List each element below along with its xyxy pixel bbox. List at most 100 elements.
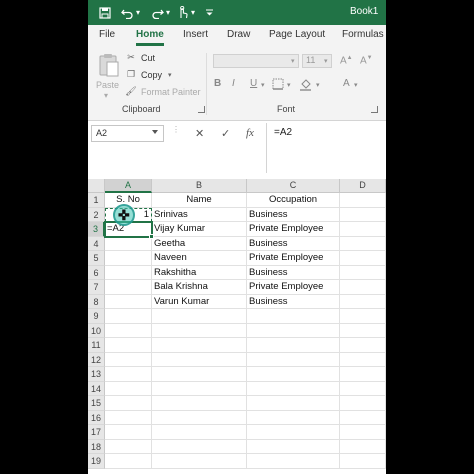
row-header-17[interactable]: 17 xyxy=(88,425,105,440)
cell-a9[interactable] xyxy=(105,309,152,324)
cell-a11[interactable] xyxy=(105,338,152,353)
cell-d12[interactable] xyxy=(340,352,386,367)
row-header-5[interactable]: 5 xyxy=(88,251,105,266)
italic-button[interactable]: I xyxy=(232,78,235,89)
fill-color-dropdown-icon[interactable]: ▾ xyxy=(316,81,320,89)
font-launcher-icon[interactable] xyxy=(371,106,378,113)
tab-insert[interactable]: Insert xyxy=(183,29,208,40)
row-header-19[interactable]: 19 xyxy=(88,454,105,469)
cell-a12[interactable] xyxy=(105,352,152,367)
cell-b14[interactable] xyxy=(152,381,247,396)
cell-b11[interactable] xyxy=(152,338,247,353)
cell-a19[interactable] xyxy=(105,454,152,469)
cell-b18[interactable] xyxy=(152,439,247,454)
column-header-b[interactable]: B xyxy=(152,179,247,193)
cell-c10[interactable] xyxy=(247,323,340,338)
cell-c15[interactable] xyxy=(247,396,340,411)
cell-c8[interactable]: Business xyxy=(247,294,340,309)
font-name-select[interactable] xyxy=(213,54,299,68)
cell-d4[interactable] xyxy=(340,236,386,251)
cell-a18[interactable] xyxy=(105,439,152,454)
cell-b9[interactable] xyxy=(152,309,247,324)
cell-b16[interactable] xyxy=(152,410,247,425)
cell-b1[interactable]: Name xyxy=(152,193,247,208)
cell-c17[interactable] xyxy=(247,425,340,440)
row-header-9[interactable]: 9 xyxy=(88,309,105,324)
cell-a14[interactable] xyxy=(105,381,152,396)
cell-b6[interactable]: Rakshitha xyxy=(152,265,247,280)
select-all-corner[interactable] xyxy=(88,179,105,193)
cell-b10[interactable] xyxy=(152,323,247,338)
row-header-3[interactable]: 3 xyxy=(88,222,105,237)
font-size-dropdown-icon[interactable]: ▾ xyxy=(324,57,328,65)
paste-dropdown-icon[interactable]: ▾ xyxy=(104,91,108,100)
cell-b17[interactable] xyxy=(152,425,247,440)
cell-d16[interactable] xyxy=(340,410,386,425)
cell-a16[interactable] xyxy=(105,410,152,425)
redo-dropdown-icon[interactable]: ▾ xyxy=(164,4,172,21)
format-painter-button[interactable]: 🖌 Format Painter xyxy=(124,86,200,97)
cell-d10[interactable] xyxy=(340,323,386,338)
cell-d7[interactable] xyxy=(340,280,386,295)
save-icon[interactable] xyxy=(98,4,112,21)
cell-d14[interactable] xyxy=(340,381,386,396)
cell-c6[interactable]: Business xyxy=(247,265,340,280)
font-name-dropdown-icon[interactable]: ▾ xyxy=(291,57,295,65)
row-header-15[interactable]: 15 xyxy=(88,396,105,411)
cell-d9[interactable] xyxy=(340,309,386,324)
row-header-1[interactable]: 1 xyxy=(88,193,105,208)
cell-c7[interactable]: Private Employee xyxy=(247,280,340,295)
decrease-font-icon[interactable]: A▼ xyxy=(360,55,373,66)
column-header-d[interactable]: D xyxy=(340,179,386,193)
tab-home[interactable]: Home xyxy=(136,29,164,40)
underline-button[interactable]: U xyxy=(250,78,257,89)
insert-function-icon[interactable]: fx xyxy=(246,127,254,139)
underline-dropdown-icon[interactable]: ▾ xyxy=(261,81,265,89)
borders-dropdown-icon[interactable]: ▾ xyxy=(287,81,291,89)
cancel-icon[interactable]: ✕ xyxy=(195,127,204,140)
redo-icon[interactable] xyxy=(150,4,164,21)
cell-b12[interactable] xyxy=(152,352,247,367)
cell-c13[interactable] xyxy=(247,367,340,382)
cell-a7[interactable] xyxy=(105,280,152,295)
row-header-12[interactable]: 12 xyxy=(88,352,105,367)
cell-d3[interactable] xyxy=(340,222,386,237)
cell-c1[interactable]: Occupation xyxy=(247,193,340,208)
row-header-6[interactable]: 6 xyxy=(88,265,105,280)
cell-c16[interactable] xyxy=(247,410,340,425)
cell-c4[interactable]: Business xyxy=(247,236,340,251)
cell-a4[interactable] xyxy=(105,236,152,251)
cell-b8[interactable]: Varun Kumar xyxy=(152,294,247,309)
formula-input[interactable]: =A2 xyxy=(274,127,292,138)
row-header-11[interactable]: 11 xyxy=(88,338,105,353)
undo-dropdown-icon[interactable]: ▾ xyxy=(134,4,142,21)
increase-font-icon[interactable]: A▲ xyxy=(340,55,353,66)
cell-b2[interactable]: Srinivas xyxy=(152,207,247,222)
cell-d6[interactable] xyxy=(340,265,386,280)
enter-icon[interactable]: ✓ xyxy=(221,127,230,140)
column-header-a[interactable]: A xyxy=(105,179,152,193)
touch-mode-icon[interactable] xyxy=(176,4,188,21)
clipboard-launcher-icon[interactable] xyxy=(198,106,205,113)
bold-button[interactable]: B xyxy=(214,78,221,89)
cell-a17[interactable] xyxy=(105,425,152,440)
row-header-4[interactable]: 4 xyxy=(88,236,105,251)
cell-a6[interactable] xyxy=(105,265,152,280)
cell-a5[interactable] xyxy=(105,251,152,266)
cell-a13[interactable] xyxy=(105,367,152,382)
cell-d8[interactable] xyxy=(340,294,386,309)
cell-b13[interactable] xyxy=(152,367,247,382)
cell-d19[interactable] xyxy=(340,454,386,469)
cell-d2[interactable] xyxy=(340,207,386,222)
copy-button[interactable]: ❐ Copy ▾ xyxy=(124,69,172,80)
row-header-8[interactable]: 8 xyxy=(88,294,105,309)
cell-b5[interactable]: Naveen xyxy=(152,251,247,266)
customize-qat-icon[interactable] xyxy=(204,4,214,21)
cell-c19[interactable] xyxy=(247,454,340,469)
cell-c3[interactable]: Private Employee xyxy=(247,222,340,237)
row-header-18[interactable]: 18 xyxy=(88,439,105,454)
cell-d13[interactable] xyxy=(340,367,386,382)
cell-d5[interactable] xyxy=(340,251,386,266)
cell-c12[interactable] xyxy=(247,352,340,367)
tab-draw[interactable]: Draw xyxy=(227,29,250,40)
